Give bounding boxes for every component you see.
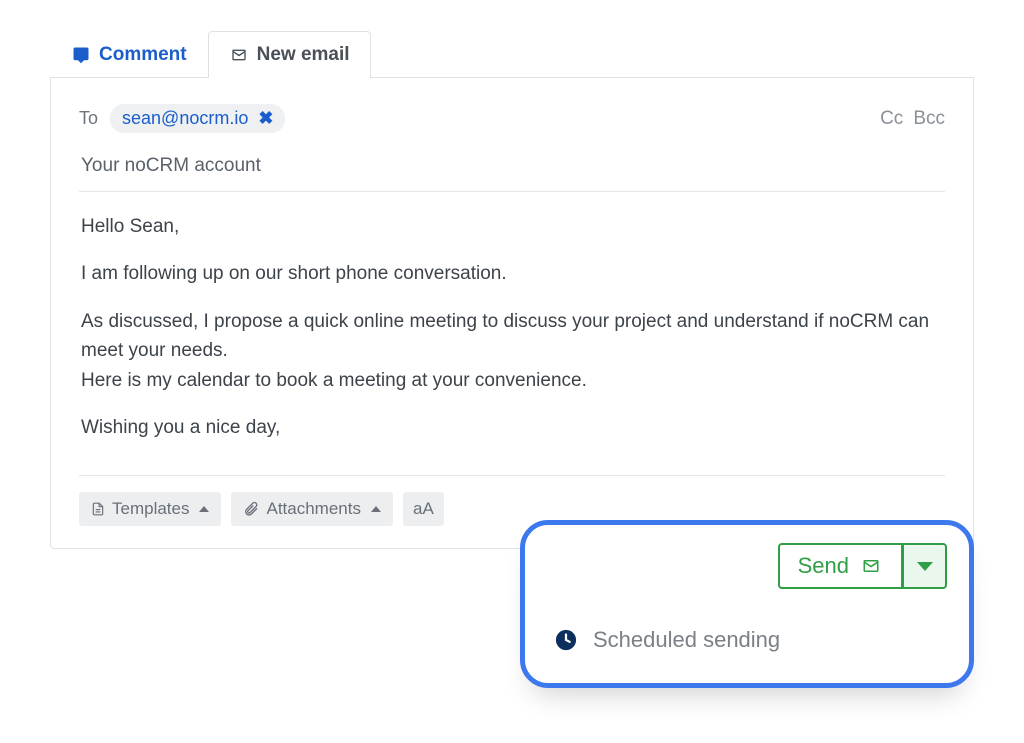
formatting-label: aA [413, 499, 434, 519]
email-body[interactable]: Hello Sean, I am following up on our sho… [79, 192, 945, 469]
tab-comment-label: Comment [99, 44, 187, 66]
recipient-chip[interactable]: sean@nocrm.io ✖ [110, 104, 285, 133]
file-icon [91, 501, 105, 517]
send-label: Send [798, 553, 849, 579]
templates-label: Templates [112, 499, 189, 519]
caret-up-icon [371, 506, 381, 512]
send-button[interactable]: Send [778, 543, 903, 589]
bcc-button[interactable]: Bcc [913, 108, 945, 130]
send-dropdown-toggle[interactable] [903, 543, 947, 589]
body-line: Hello Sean, [81, 212, 943, 241]
attachments-button[interactable]: Attachments [231, 492, 393, 526]
templates-button[interactable]: Templates [79, 492, 221, 526]
tabs-row: Comment New email [50, 30, 974, 78]
to-row: To sean@nocrm.io ✖ Cc Bcc [79, 98, 945, 147]
body-line: As discussed, I propose a quick online m… [81, 307, 943, 395]
send-dropdown-popover: Send Scheduled sending [520, 520, 974, 688]
subject-input[interactable]: Your noCRM account [79, 147, 945, 192]
subject-text: Your noCRM account [81, 155, 261, 176]
scheduled-sending-label: Scheduled sending [593, 627, 780, 653]
send-button-group: Send [547, 543, 947, 589]
tabs-spacer [371, 76, 974, 77]
remove-recipient-icon[interactable]: ✖ [258, 108, 273, 129]
cc-bcc-group: Cc Bcc [880, 108, 945, 130]
to-label: To [79, 108, 98, 129]
tab-new-email-label: New email [257, 44, 350, 66]
tab-comment[interactable]: Comment [50, 31, 208, 78]
caret-down-icon [917, 562, 933, 571]
envelope-icon [229, 47, 249, 63]
clock-icon [555, 629, 577, 651]
envelope-icon [859, 557, 883, 575]
paperclip-icon [243, 501, 259, 517]
compose-panel: To sean@nocrm.io ✖ Cc Bcc Your noCRM acc… [50, 78, 974, 549]
recipient-email: sean@nocrm.io [122, 108, 248, 129]
formatting-button[interactable]: aA [403, 492, 444, 526]
cc-button[interactable]: Cc [880, 108, 903, 130]
compose-toolbar: Templates Attachments aA [79, 476, 945, 526]
tab-new-email[interactable]: New email [208, 31, 371, 78]
scheduled-sending-option[interactable]: Scheduled sending [547, 609, 947, 679]
body-line: I am following up on our short phone con… [81, 259, 943, 288]
comment-icon [71, 46, 91, 64]
body-line: Wishing you a nice day, [81, 413, 943, 442]
caret-up-icon [199, 506, 209, 512]
attachments-label: Attachments [266, 499, 361, 519]
